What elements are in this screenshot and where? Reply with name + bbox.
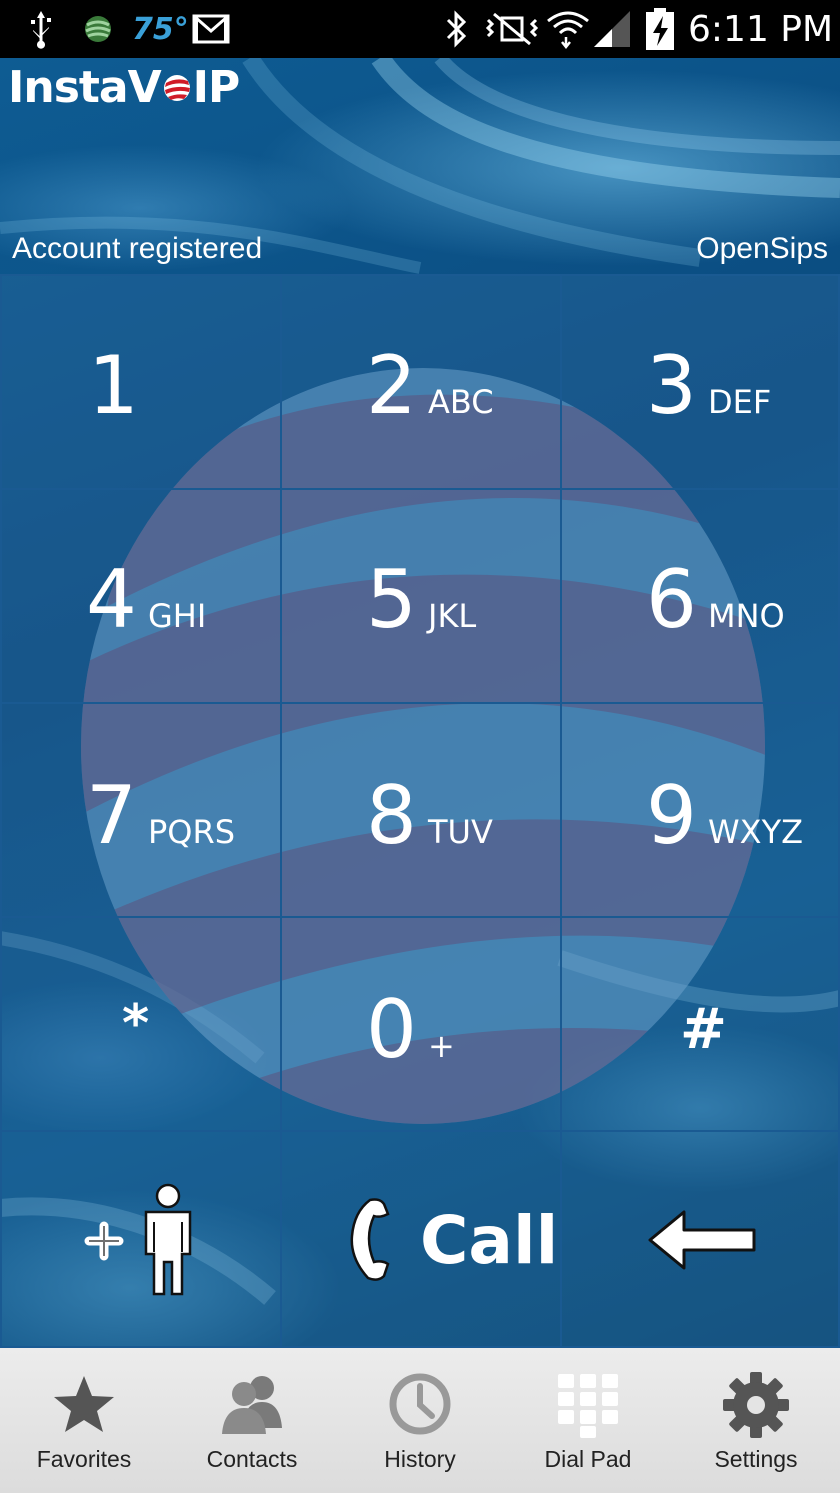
- key-3[interactable]: 3 DEF: [560, 274, 840, 490]
- dial-keypad: 1 2 ABC 3 DEF 4 GHI 5 JKL 6 MNO 7 PQRS 8…: [0, 274, 840, 1348]
- key-4[interactable]: 4 GHI: [0, 488, 282, 704]
- wifi-icon: [546, 0, 590, 58]
- phone-handset-icon: [350, 1198, 390, 1281]
- account-status: Account registered: [12, 232, 263, 265]
- key-7[interactable]: 7 PQRS: [0, 702, 282, 918]
- key-hash[interactable]: #: [560, 916, 840, 1132]
- tab-contacts[interactable]: Contacts: [168, 1348, 336, 1493]
- bluetooth-icon: [442, 0, 470, 58]
- call-button[interactable]: Call: [280, 1130, 562, 1348]
- key-9[interactable]: 9 WXYZ: [560, 702, 840, 918]
- bottom-tab-bar: Favorites Contacts History Dial Pad Sett…: [0, 1348, 840, 1493]
- tab-history[interactable]: History: [336, 1348, 504, 1493]
- dialer-screen: Insta V IP Account registered OpenSips 1 2…: [0, 58, 840, 1348]
- battery-charging-icon: [644, 0, 676, 58]
- key-star[interactable]: *: [0, 916, 282, 1132]
- instavoip-logo: Insta V IP: [8, 62, 240, 113]
- add-contact-button[interactable]: [0, 1130, 282, 1348]
- key-2[interactable]: 2 ABC: [280, 274, 562, 490]
- add-person-icon: [84, 1183, 192, 1296]
- key-8[interactable]: 8 TUV: [280, 702, 562, 918]
- clock-text: 6:11 PM: [688, 8, 834, 50]
- temperature-text: 75°: [132, 11, 189, 47]
- signal-icon: [592, 0, 632, 58]
- gear-icon: [723, 1372, 789, 1438]
- key-1[interactable]: 1: [0, 274, 282, 490]
- tab-settings[interactable]: Settings: [672, 1348, 840, 1493]
- contacts-icon: [222, 1376, 282, 1434]
- vibrate-mute-icon: [484, 0, 540, 58]
- weather-globe-icon: [82, 0, 114, 58]
- tab-dialpad[interactable]: Dial Pad: [504, 1348, 672, 1493]
- status-bar: 75° 6:11 PM: [0, 0, 840, 58]
- tab-favorites[interactable]: Favorites: [0, 1348, 168, 1493]
- key-6[interactable]: 6 MNO: [560, 488, 840, 704]
- dialpad-icon: [558, 1374, 618, 1438]
- usb-icon: [26, 0, 56, 58]
- clock-icon: [389, 1373, 451, 1435]
- logo-ball-icon: [163, 74, 190, 101]
- star-icon: [54, 1376, 114, 1432]
- sip-provider: OpenSips: [696, 232, 828, 265]
- key-0[interactable]: 0 +: [280, 916, 562, 1132]
- key-5[interactable]: 5 JKL: [280, 488, 562, 704]
- backspace-button[interactable]: [560, 1130, 840, 1348]
- call-label: Call: [420, 1202, 559, 1279]
- back-arrow-icon: [648, 1210, 756, 1270]
- gmail-icon: [192, 0, 230, 58]
